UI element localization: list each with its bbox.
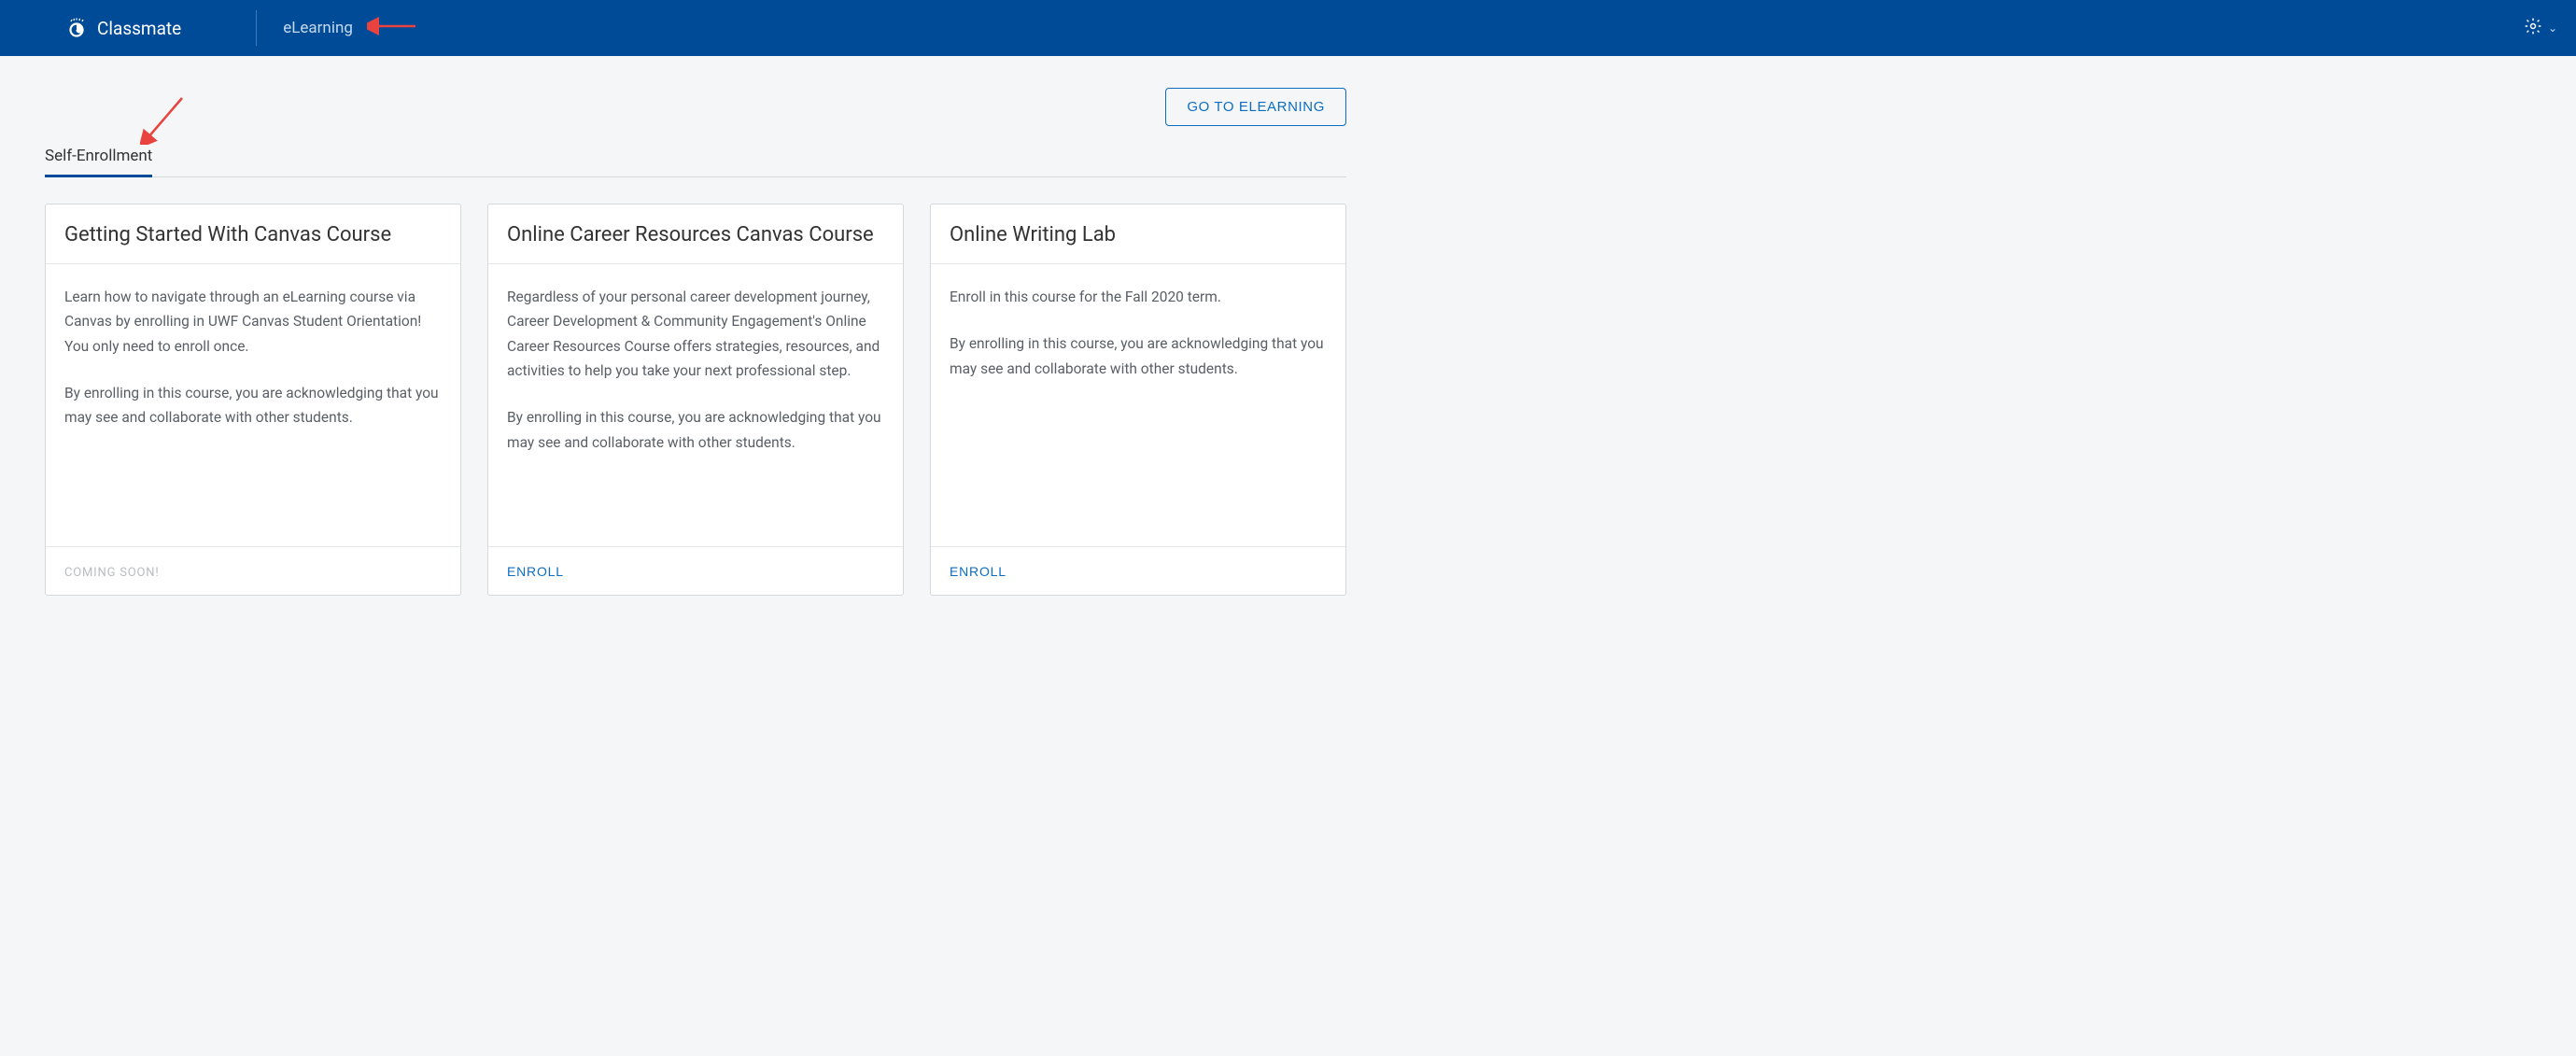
tab-self-enrollment[interactable]: Self-Enrollment [45,147,152,177]
card-paragraph: Learn how to navigate through an eLearni… [64,285,442,359]
card-paragraph: Regardless of your personal career devel… [507,285,884,383]
coming-soon-label: COMING SOON! [64,566,159,580]
top-actions: GO TO ELEARNING [45,88,1346,126]
card-paragraph: By enrolling in this course, you are ack… [507,405,884,455]
nautilus-icon [65,17,88,39]
card-title: Online Writing Lab [950,223,1327,246]
brand[interactable]: Classmate [65,17,181,39]
card-footer: COMING SOON! [46,546,460,595]
enroll-button[interactable]: ENROLL [507,564,564,579]
card-header: Getting Started With Canvas Course [46,204,460,264]
card-paragraph: Enroll in this course for the Fall 2020 … [950,285,1327,309]
card-paragraph: By enrolling in this course, you are ack… [64,381,442,430]
header-left: Classmate eLearning [65,0,353,56]
enroll-button[interactable]: ENROLL [950,564,1006,579]
card-body: Regardless of your personal career devel… [488,264,903,546]
tabs: Self-Enrollment [45,147,1346,177]
card-title: Online Career Resources Canvas Course [507,223,884,246]
cards-container: Getting Started With Canvas Course Learn… [45,204,1346,596]
main-content: GO TO ELEARNING Self-Enrollment Getting … [0,56,1391,627]
settings-menu[interactable]: ⌄ [2524,17,2557,39]
card-body: Enroll in this course for the Fall 2020 … [931,264,1345,546]
card-paragraph: By enrolling in this course, you are ack… [950,331,1327,381]
course-card: Online Writing Lab Enroll in this course… [930,204,1346,596]
app-header: Classmate eLearning ⌄ [0,0,2576,56]
card-header: Online Writing Lab [931,204,1345,264]
go-to-elearning-button[interactable]: GO TO ELEARNING [1165,88,1346,126]
course-card: Online Career Resources Canvas Course Re… [487,204,904,596]
gear-icon [2524,17,2542,39]
brand-label: Classmate [97,18,181,39]
course-card: Getting Started With Canvas Course Learn… [45,204,461,596]
header-divider [256,10,257,46]
chevron-down-icon: ⌄ [2548,21,2557,35]
card-body: Learn how to navigate through an eLearni… [46,264,460,546]
nav-elearning[interactable]: eLearning [283,19,353,37]
card-header: Online Career Resources Canvas Course [488,204,903,264]
card-footer: ENROLL [931,546,1345,595]
card-title: Getting Started With Canvas Course [64,223,442,246]
card-footer: ENROLL [488,546,903,595]
